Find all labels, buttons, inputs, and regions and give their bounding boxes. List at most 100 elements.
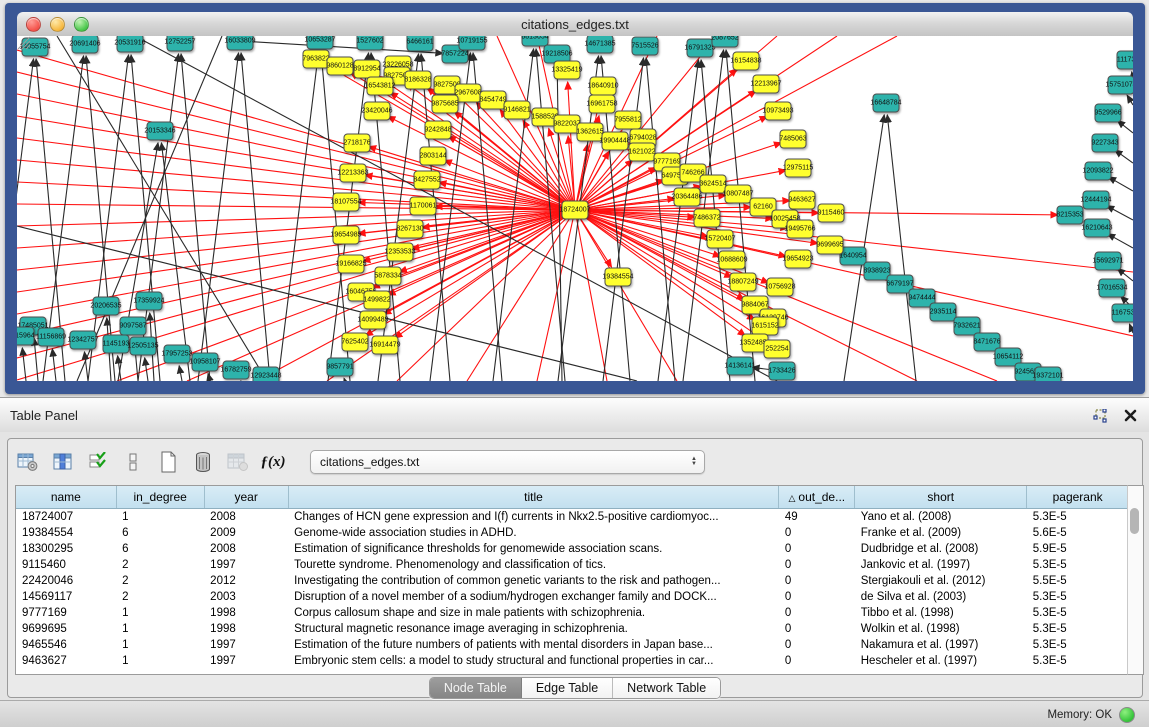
column-header-year[interactable]: year: [204, 486, 288, 509]
graph-node[interactable]: 2087652: [712, 36, 739, 48]
graph-node[interactable]: 12353533: [387, 243, 414, 262]
network-window-titlebar[interactable]: citations_edges.txt: [17, 12, 1133, 37]
graph-node[interactable]: 9860128: [327, 57, 354, 76]
graph-node[interactable]: 20153346: [147, 122, 174, 141]
graph-node[interactable]: 19166825: [338, 255, 365, 274]
graph-node[interactable]: 2718176: [344, 134, 371, 153]
graph-node[interactable]: 10688609: [719, 251, 746, 270]
vertical-scrollbar[interactable]: [1127, 485, 1144, 675]
graph-node[interactable]: 15720407: [707, 230, 734, 249]
graph-node[interactable]: 16210643: [1084, 219, 1111, 238]
function-builder-icon[interactable]: ƒ(x): [261, 450, 285, 474]
graph-node[interactable]: 18640910: [590, 77, 617, 96]
float-window-icon[interactable]: [1089, 406, 1111, 426]
graph-node[interactable]: 7486372: [694, 209, 721, 228]
scrollbar-thumb[interactable]: [1130, 508, 1139, 534]
table-row[interactable]: 911546021997Tourette syndrome. Phenomeno…: [16, 557, 1128, 573]
graph-node[interactable]: 2935114: [930, 303, 957, 322]
table-row[interactable]: 1830029562008Estimation of significance …: [16, 541, 1128, 557]
graph-node[interactable]: 20531916: [117, 36, 144, 53]
graph-node[interactable]: 6466161: [407, 36, 434, 52]
column-header-indegree[interactable]: in_degree: [116, 486, 204, 509]
graph-node[interactable]: 19495766: [787, 220, 814, 239]
graph-node[interactable]: 10719155: [459, 36, 486, 51]
delete-column-icon[interactable]: [191, 450, 215, 474]
graph-node[interactable]: 17016534: [1099, 279, 1126, 298]
tab-edge-table[interactable]: Edge Table: [522, 678, 613, 698]
graph-node[interactable]: 9242848: [425, 121, 452, 140]
graph-node[interactable]: 20206535: [93, 297, 120, 316]
graph-node[interactable]: 7955812: [615, 111, 642, 130]
table-row[interactable]: 1456911722003Disruption of a novel membe…: [16, 589, 1128, 605]
graph-node[interactable]: 1733426: [769, 362, 796, 381]
graph-node[interactable]: 16791325: [687, 39, 714, 58]
graph-node[interactable]: 12213967: [753, 75, 780, 94]
graph-node[interactable]: 16782759: [223, 361, 250, 380]
graph-node[interactable]: 1117352: [1117, 51, 1134, 70]
graph-node[interactable]: 18724007: [562, 201, 589, 220]
graph-node[interactable]: 16154838: [733, 52, 760, 71]
tab-node-table[interactable]: Node Table: [430, 678, 522, 698]
table-row[interactable]: 969969511998Structural magnetic resonanc…: [16, 621, 1128, 637]
graph-node[interactable]: 12752257: [167, 36, 194, 52]
graph-node[interactable]: 19654985: [333, 226, 360, 245]
graph-node[interactable]: 10973493: [765, 102, 792, 121]
table-row[interactable]: 946362711997Embryonic stem cells: a mode…: [16, 653, 1128, 669]
graph-node[interactable]: 16033809: [227, 36, 254, 51]
table-row[interactable]: 977716911998Corpus callosum shape and si…: [16, 605, 1128, 621]
new-column-icon[interactable]: [156, 450, 180, 474]
graph-node[interactable]: 1145193: [103, 335, 130, 354]
graph-node[interactable]: 7625402: [342, 333, 369, 352]
column-header-short[interactable]: short: [855, 486, 1027, 509]
table-row[interactable]: 2242004622012Investigating the contribut…: [16, 573, 1128, 589]
graph-node[interactable]: 9699695: [817, 236, 844, 255]
graph-node[interactable]: 9529966: [1095, 104, 1122, 123]
graph-node[interactable]: 18107554: [333, 193, 360, 212]
graph-node[interactable]: 9463627: [789, 191, 816, 210]
graph-node[interactable]: 11156869: [38, 328, 65, 347]
graph-node[interactable]: 10653287: [307, 36, 334, 50]
graph-node[interactable]: 12444194: [1083, 191, 1110, 210]
table-header-row[interactable]: namein_degreeyeartitle△out_de...shortpag…: [16, 486, 1128, 509]
graph-node[interactable]: 10756928: [767, 278, 794, 297]
graph-node[interactable]: 8267130: [397, 220, 424, 239]
graph-node[interactable]: 1499822: [364, 291, 391, 310]
hide-columns-icon[interactable]: [121, 450, 145, 474]
graph-node[interactable]: 7485063: [780, 130, 807, 149]
graph-node[interactable]: 10807487: [725, 185, 752, 204]
graph-node[interactable]: 1170061: [410, 197, 437, 216]
table-row[interactable]: 1938455462009Genome-wide association stu…: [16, 525, 1128, 541]
graph-node[interactable]: 10958107: [192, 353, 219, 372]
graph-node[interactable]: 19654923: [785, 250, 812, 269]
graph-node[interactable]: 19384554: [605, 268, 632, 287]
column-header-name[interactable]: name: [16, 486, 116, 509]
graph-node[interactable]: 19372101: [1035, 367, 1062, 382]
graph-node[interactable]: 1640954: [840, 247, 867, 266]
graph-node[interactable]: 9227343: [1092, 134, 1119, 153]
graph-node[interactable]: 1527602: [357, 36, 384, 51]
graph-node[interactable]: 23420046: [364, 102, 391, 121]
graph-node[interactable]: 9097587: [120, 317, 147, 336]
graph-node[interactable]: 7515526: [632, 37, 659, 56]
graph-node[interactable]: 2803144: [420, 147, 447, 166]
graph-node[interactable]: 20691406: [72, 36, 99, 54]
column-header-title[interactable]: title: [288, 486, 779, 509]
show-columns-icon[interactable]: [51, 450, 75, 474]
graph-node[interactable]: 12213363: [340, 164, 367, 183]
graph-node[interactable]: 12923448: [253, 367, 280, 382]
column-header-pagerank[interactable]: pagerank: [1027, 486, 1128, 509]
graph-node[interactable]: 9146821: [504, 101, 531, 120]
graph-node[interactable]: 13325419: [554, 61, 581, 80]
select-all-columns-icon[interactable]: [86, 450, 110, 474]
column-header-outde[interactable]: △out_de...: [779, 486, 855, 509]
network-canvas[interactable]: 1872400714055754206914062053191612752257…: [17, 36, 1133, 381]
table-row[interactable]: 1872400712008Changes of HCN gene express…: [16, 509, 1128, 526]
graph-node[interactable]: 18807249: [730, 273, 757, 292]
resize-grip-icon[interactable]: [17, 36, 31, 50]
graph-node[interactable]: 252254: [764, 340, 791, 359]
graph-node[interactable]: 8186328: [405, 71, 432, 90]
graph-node[interactable]: 20364486: [674, 188, 701, 207]
graph-node[interactable]: 8427552: [414, 171, 441, 190]
graph-node[interactable]: 14671385: [587, 36, 614, 54]
graph-node[interactable]: 8215353: [1057, 206, 1084, 225]
